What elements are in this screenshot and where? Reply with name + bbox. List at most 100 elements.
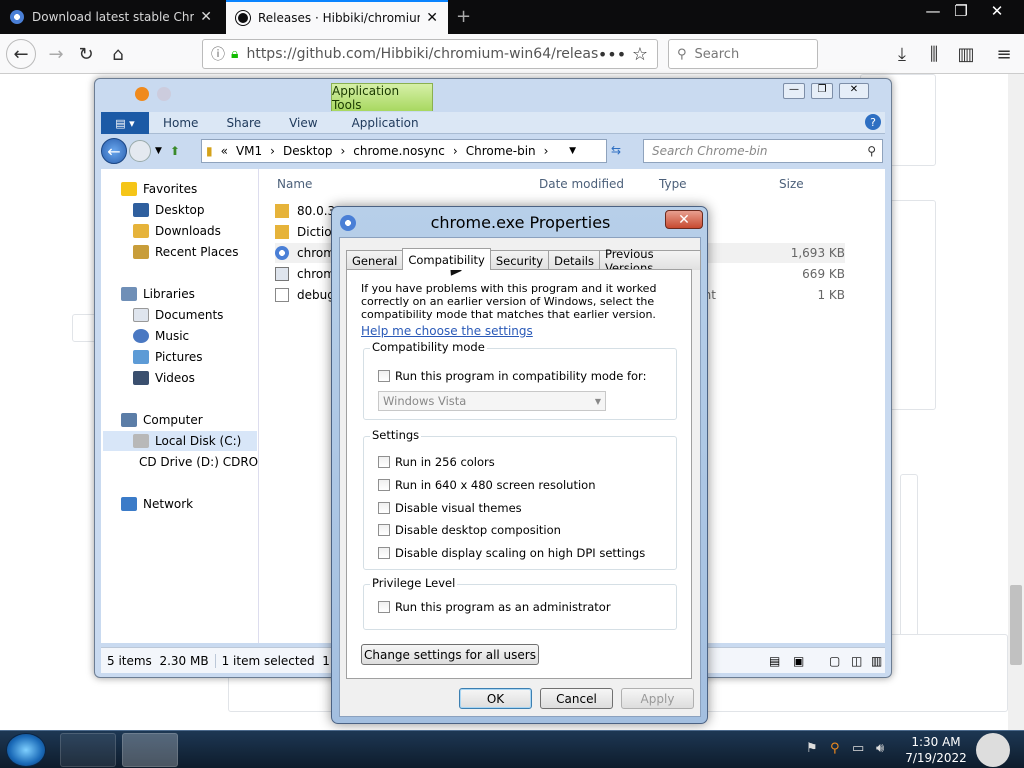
explorer-search-input[interactable]: Search Chrome-bin ⚲	[643, 139, 883, 163]
application-tools-tab[interactable]: Application Tools	[331, 83, 433, 112]
setting-desktop-composition-checkbox[interactable]: Disable desktop composition	[378, 523, 561, 537]
close-icon[interactable]: ✕	[839, 83, 869, 99]
clock-time: 1:30 AM	[911, 735, 961, 749]
taskbar-chrome-icon[interactable]	[246, 733, 302, 767]
column-date-modified[interactable]: Date modified	[539, 177, 624, 191]
tab-application[interactable]: Application	[332, 112, 439, 133]
crumb-chrome-nosync[interactable]: chrome.nosync	[353, 144, 445, 158]
dialog-close-button[interactable]: ✕	[665, 210, 703, 229]
bookmark-star-icon[interactable]: ☆	[626, 40, 654, 68]
clock[interactable]: 1:30 AM 7/19/2022	[896, 734, 976, 766]
nav-music[interactable]: Music	[133, 326, 189, 346]
tab-view[interactable]: View	[275, 112, 331, 133]
tab-security[interactable]: Security	[489, 250, 550, 270]
details-view-icon[interactable]: ▤	[763, 654, 786, 668]
maximize-icon[interactable]: ❐	[944, 0, 978, 22]
compat-mode-checkbox[interactable]: Run this program in compatibility mode f…	[378, 369, 646, 383]
change-all-users-button[interactable]: Change settings for all users	[361, 644, 539, 665]
search-input[interactable]: ⚲ Search	[668, 39, 818, 69]
info-icon[interactable]: ⓘ	[211, 44, 225, 64]
nav-computer[interactable]: Computer	[121, 410, 203, 430]
close-window-icon[interactable]: ✕	[980, 0, 1014, 22]
crumb-chrome-bin[interactable]: Chrome-bin	[466, 144, 536, 158]
file-menu-button[interactable]: ▤ ▾	[101, 112, 149, 134]
maximize-icon[interactable]: ❐	[811, 83, 833, 99]
setting-dpi-scaling-checkbox[interactable]: Disable display scaling on high DPI sett…	[378, 546, 645, 560]
up-folder-icon[interactable]: ⬆	[170, 144, 180, 158]
forward-icon[interactable]	[129, 140, 151, 162]
avatar[interactable]	[976, 733, 1010, 767]
browser-tab-2[interactable]: Releases · Hibbiki/chromium-win64 ✕	[226, 0, 448, 34]
refresh-icon[interactable]: ⇆	[611, 143, 621, 157]
page-actions-icon[interactable]: •••	[598, 40, 626, 68]
tab-share[interactable]: Share	[212, 112, 275, 133]
scrollbar-thumb[interactable]	[1010, 585, 1022, 665]
minimize-icon[interactable]: —	[783, 83, 805, 99]
ribbon-tabs: ▤ ▾ Home Share View Application	[101, 112, 885, 134]
sidebar-icon[interactable]: ▥	[952, 40, 980, 68]
preview-icon[interactable]: ▣	[787, 654, 810, 668]
breadcrumb[interactable]: ▮ « VM1 › Desktop › chrome.nosync › Chrome-…	[201, 139, 607, 163]
new-tab-icon[interactable]: +	[456, 6, 471, 27]
nav-downloads[interactable]: Downloads	[133, 221, 221, 241]
layout-icon[interactable]: ▥	[865, 654, 888, 668]
taskbar-media-player-icon[interactable]	[184, 733, 240, 767]
flag-icon[interactable]: ⚑	[806, 741, 818, 756]
close-tab-icon[interactable]: ✕	[426, 10, 438, 26]
menu-icon[interactable]: ≡	[990, 40, 1018, 68]
library-icon[interactable]: ⫼	[920, 40, 948, 68]
tab-previous-versions[interactable]: Previous Versions	[598, 247, 701, 275]
downloads-icon[interactable]: ⤓	[888, 40, 916, 68]
tab-home[interactable]: Home	[149, 112, 212, 133]
taskbar-app-raccoon-icon[interactable]	[60, 733, 116, 767]
crumb-desktop[interactable]: Desktop	[283, 144, 333, 158]
crumb-vm1[interactable]: VM1	[236, 144, 262, 158]
help-icon[interactable]: ?	[865, 114, 881, 130]
documents-icon	[133, 308, 149, 322]
url-bar[interactable]: ⓘ 🔒︎ https://github.com/Hibbiki/chromium…	[202, 39, 658, 69]
volume-icon[interactable]: 🔊︎	[876, 741, 884, 756]
forward-icon[interactable]: →	[42, 40, 70, 68]
browser-tab-1[interactable]: Download latest stable Chrom ✕	[0, 0, 222, 34]
close-tab-icon[interactable]: ✕	[200, 9, 212, 25]
setting-256-colors-checkbox[interactable]: Run in 256 colors	[378, 455, 495, 469]
search-icon[interactable]: ⚲	[830, 741, 840, 756]
address-dropdown-icon[interactable]: ▼	[569, 146, 576, 156]
column-size[interactable]: Size	[779, 177, 804, 191]
nav-cd-drive[interactable]: CD Drive (D:) CDROM	[133, 452, 259, 472]
back-icon[interactable]: ←	[6, 39, 36, 69]
cancel-button[interactable]: Cancel	[540, 688, 613, 709]
nav-network[interactable]: Network	[121, 494, 193, 514]
tab-details[interactable]: Details	[548, 250, 600, 270]
recent-dropdown-icon[interactable]: ▼	[155, 146, 162, 156]
music-icon	[133, 329, 149, 343]
reload-icon[interactable]: ↻	[72, 40, 100, 68]
layout-icon[interactable]: ▢	[823, 654, 846, 668]
nav-videos[interactable]: Videos	[133, 368, 195, 388]
back-icon[interactable]: ←	[101, 138, 127, 164]
nav-pictures[interactable]: Pictures	[133, 347, 203, 367]
tab-compatibility[interactable]: Compatibility	[402, 248, 491, 270]
column-type[interactable]: Type	[659, 177, 687, 191]
network-icon[interactable]: ▭	[852, 741, 864, 756]
quick-access-icon[interactable]	[135, 87, 149, 101]
column-name[interactable]: Name	[277, 177, 312, 191]
nav-local-disk[interactable]: Local Disk (C:)	[103, 431, 257, 451]
nav-desktop[interactable]: Desktop	[133, 200, 205, 220]
start-button[interactable]	[6, 733, 46, 767]
run-as-admin-checkbox[interactable]: Run this program as an administrator	[378, 600, 611, 614]
quick-access-icon[interactable]	[157, 87, 171, 101]
setting-visual-themes-checkbox[interactable]: Disable visual themes	[378, 501, 522, 515]
home-icon[interactable]: ⌂	[104, 40, 132, 68]
compat-mode-select[interactable]: Windows Vista ▼	[378, 391, 606, 411]
setting-640x480-checkbox[interactable]: Run in 640 x 480 screen resolution	[378, 478, 596, 492]
nav-documents[interactable]: Documents	[133, 305, 223, 325]
ok-button[interactable]: OK	[459, 688, 532, 709]
nav-libraries[interactable]: Libraries	[121, 284, 195, 304]
taskbar-explorer-icon[interactable]	[122, 733, 178, 767]
nav-recent-places[interactable]: Recent Places	[133, 242, 238, 262]
tab-general[interactable]: General	[346, 250, 404, 270]
apply-button[interactable]: Apply	[621, 688, 694, 709]
nav-favorites[interactable]: Favorites	[121, 179, 197, 199]
help-choose-link[interactable]: Help me choose the settings	[361, 324, 533, 338]
